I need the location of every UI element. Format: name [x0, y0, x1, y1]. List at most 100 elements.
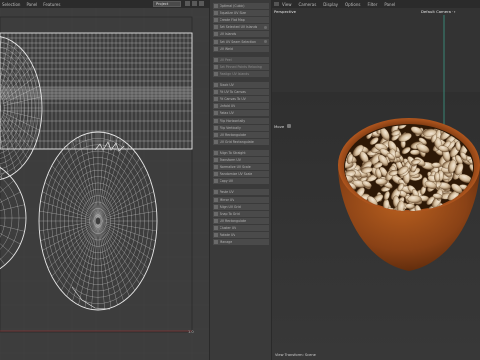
move-icon[interactable] [192, 1, 197, 6]
command-icon [214, 233, 218, 237]
command-label: Stack UV [219, 83, 234, 87]
command-uv-islands[interactable]: UV Islands [213, 31, 269, 38]
option-dot-icon[interactable] [264, 25, 267, 29]
command-snap-to-grid[interactable]: Snap To Grid [213, 210, 269, 217]
command-label: Create Flat Map [219, 18, 245, 23]
menu-display[interactable]: Display [323, 2, 338, 7]
command-label: Transform UV [219, 158, 241, 162]
command-icon [214, 83, 218, 87]
command-flip-vertically[interactable]: Flip Vertically [213, 124, 269, 131]
command-realign-uv-islands[interactable]: Realign UV Islands [213, 70, 269, 77]
command-normalize-uv-scale[interactable]: Normalize UV Scale [213, 164, 269, 171]
command-uv-rectangulate[interactable]: UV Rectangulate [213, 217, 269, 224]
seed [405, 203, 416, 209]
uv-canvas[interactable] [0, 8, 209, 360]
command-equalize-uv-size[interactable]: Equalize UV Size [213, 10, 269, 17]
uv-island-rim[interactable] [0, 36, 43, 180]
command-icon [214, 18, 218, 23]
command-label: Mirror UV [219, 197, 235, 202]
command-randomize-uv-scale[interactable]: Randomize UV Scale [213, 171, 269, 178]
view-transform-label: View Transform: Scene [275, 353, 316, 357]
command-icon [214, 32, 218, 37]
command-relax-uv[interactable]: Relax UV [213, 110, 269, 117]
command-mirror-uv[interactable]: Mirror UV [213, 196, 269, 203]
view-name-label: Perspective [274, 9, 296, 14]
menu-cameras[interactable]: Cameras [299, 2, 317, 7]
menu-filter[interactable]: Filter [367, 2, 377, 7]
command-icon [214, 71, 218, 76]
command-label: UV Rectangulate [219, 218, 247, 223]
command-paste-uv[interactable]: Paste UV [213, 189, 269, 196]
command-label: Flip Vertically [219, 125, 241, 130]
option-dot-icon[interactable] [264, 40, 267, 43]
command-icon [214, 150, 218, 155]
command-icon [214, 165, 218, 170]
command-label: UV Islands [219, 32, 237, 37]
command-icon [214, 190, 218, 195]
command-icon [214, 4, 218, 8]
uv-commands-panel: Optimal (Cubic) Equalize UV Size Create Fl… [209, 0, 271, 360]
command-label: Fit UV To Canvas [219, 90, 246, 95]
viewport-menu-bar: View Cameras Display Options Filter Pane… [272, 0, 480, 8]
uv-island-base-inner[interactable] [0, 158, 27, 278]
uv-island-base[interactable] [38, 131, 158, 311]
3d-scene[interactable] [272, 15, 480, 360]
settings-icon[interactable] [287, 124, 292, 128]
viewport-layout-icon[interactable] [274, 2, 279, 6]
command-align-to-straight[interactable]: Align To Straight [213, 149, 269, 156]
command-manage[interactable]: Manage [213, 239, 269, 246]
command-optimal-cubic-[interactable]: Optimal (Cubic) [213, 3, 269, 9]
menu-panel[interactable]: Panel [26, 2, 37, 7]
command-uv-weld[interactable]: UV Weld [213, 45, 269, 52]
command-fit-uv-to-canvas[interactable]: Fit UV To Canvas [213, 89, 269, 96]
command-align-uv-grid[interactable]: Align UV Grid [213, 203, 269, 210]
command-set-pinned-points-relaxing[interactable]: Set Pinned Points Relaxing [213, 63, 269, 70]
command-label: Set UV Seam Selection [219, 39, 257, 44]
command-transform-uv[interactable]: Transform UV [213, 157, 269, 163]
command-icon [214, 46, 218, 51]
menu-selection[interactable]: Selection [2, 2, 20, 7]
command-uv-peel[interactable]: UV Peel [213, 56, 269, 63]
command-icon [214, 225, 218, 230]
command-copy-uv[interactable]: Copy UV [213, 178, 269, 185]
move-tool-button[interactable]: Move [274, 123, 292, 129]
command-cluster-uv[interactable]: Cluster UV [213, 224, 269, 231]
arrow-icon[interactable] [185, 1, 190, 6]
command-uv-grid-rectangulate[interactable]: UV Grid Rectangulate [213, 138, 269, 145]
command-stack-uv[interactable]: Stack UV [213, 82, 269, 88]
zoom-icon[interactable] [199, 1, 204, 6]
command-set-selected-uv-islands[interactable]: Set Selected UV Islands [213, 24, 269, 31]
command-label: UV Rectangulate [219, 132, 247, 137]
command-label: Copy UV [219, 179, 234, 184]
command-set-uv-seam-selection[interactable]: Set UV Seam Selection [213, 38, 269, 45]
camera-label[interactable]: Default Camera ·∘ [421, 9, 456, 14]
viewport-panel: View Cameras Display Options Filter Pane… [271, 0, 480, 360]
menu-panel[interactable]: Panel [384, 2, 395, 7]
menu-features[interactable]: Features [43, 2, 60, 7]
command-label: Flip Horizontally [219, 118, 246, 123]
command-unfold-uv[interactable]: Unfold UV [213, 103, 269, 110]
command-icon [214, 240, 218, 245]
command-icon [214, 25, 218, 30]
uv-scale-readout: 1.0 [188, 330, 194, 334]
command-icon [214, 158, 218, 162]
command-label: UV Peel [219, 57, 232, 62]
command-icon [214, 111, 218, 116]
menu-view[interactable]: View [282, 2, 292, 7]
command-label: Equalize UV Size [219, 11, 247, 16]
command-rotate-uv[interactable]: Rotate UV [213, 232, 269, 238]
command-label: Set Pinned Points Relaxing [219, 64, 262, 69]
command-label: Manage [219, 240, 233, 245]
command-fit-canvas-to-uv[interactable]: Fit Canvas To UV [213, 96, 269, 103]
command-label: Relax UV [219, 111, 234, 116]
command-create-flat-map[interactable]: Create Flat Map [213, 17, 269, 24]
command-icon [214, 132, 218, 137]
command-uv-rectangulate[interactable]: UV Rectangulate [213, 131, 269, 138]
command-icon [214, 125, 218, 130]
projection-select[interactable]: Project [153, 1, 181, 7]
command-icon [214, 197, 218, 202]
command-label: UV Grid Rectangulate [219, 139, 254, 144]
menu-options[interactable]: Options [345, 2, 360, 7]
command-flip-horizontally[interactable]: Flip Horizontally [213, 117, 269, 124]
command-label: Snap To Grid [219, 211, 240, 216]
